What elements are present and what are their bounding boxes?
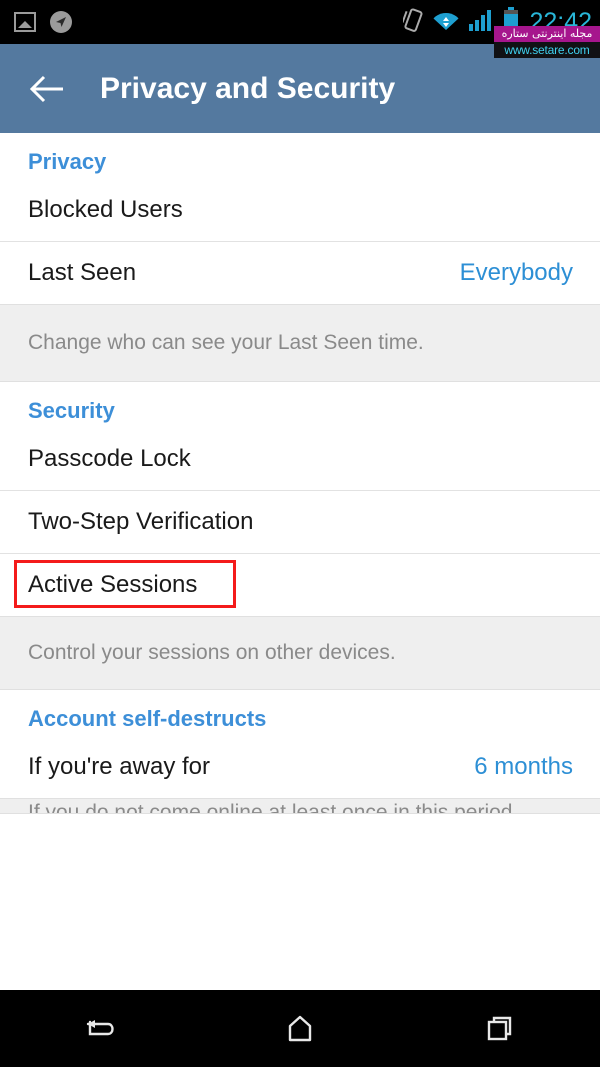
section-note-text: Control your sessions on other devices. <box>28 641 396 664</box>
list-item-label: Blocked Users <box>28 196 183 223</box>
list-item-label: Passcode Lock <box>28 445 191 472</box>
list-item-if-youre-away-for[interactable]: If you're away for 6 months <box>0 736 600 798</box>
cellular-signal-icon <box>469 9 493 36</box>
nav-home-button[interactable] <box>200 990 400 1067</box>
status-bar-left-icons <box>14 0 72 44</box>
list-item-last-seen[interactable]: Last Seen Everybody <box>0 242 600 304</box>
list-item-blocked-users[interactable]: Blocked Users <box>0 179 600 241</box>
section-header-account-self-destructs: Account self-destructs <box>28 706 267 731</box>
android-navigation-bar <box>0 990 600 1067</box>
nav-back-button[interactable] <box>0 990 200 1067</box>
watermark: مجله اینترنتی ستاره www.setare.com <box>494 26 600 58</box>
section-header-privacy: Privacy <box>28 149 107 174</box>
location-icon <box>50 11 72 33</box>
rotation-lock-icon <box>401 7 423 37</box>
list-item-active-sessions[interactable]: Active Sessions <box>0 554 600 616</box>
section-note-text: If you do not come online at least once … <box>28 801 519 814</box>
watermark-url-text: www.setare.com <box>494 42 600 58</box>
list-item-value: Everybody <box>459 259 573 286</box>
list-item-label: If you're away for <box>28 753 210 780</box>
list-item-two-step-verification[interactable]: Two-Step Verification <box>0 491 600 553</box>
list-item-label: Last Seen <box>28 259 137 286</box>
watermark-banner-text: مجله اینترنتی ستاره <box>494 26 600 42</box>
section-note-text: Change who can see your Last Seen time. <box>28 331 424 354</box>
back-button[interactable] <box>28 69 68 109</box>
page-title: Privacy and Security <box>100 71 396 105</box>
wifi-icon <box>433 9 459 36</box>
section-note-privacy: Change who can see your Last Seen time. <box>0 304 600 382</box>
section-header-security: Security <box>28 398 115 423</box>
settings-list: Privacy Blocked Users Last Seen Everybod… <box>0 133 600 990</box>
section-note-security: Control your sessions on other devices. <box>0 616 600 690</box>
list-item-label: Active Sessions <box>28 571 198 598</box>
list-item-passcode-lock[interactable]: Passcode Lock <box>0 428 600 490</box>
section-note-account-self-destructs: If you do not come online at least once … <box>0 798 600 814</box>
gallery-icon <box>14 12 36 32</box>
list-item-value: 6 months <box>474 753 573 780</box>
nav-recents-button[interactable] <box>400 990 600 1067</box>
list-item-label: Two-Step Verification <box>28 508 254 535</box>
